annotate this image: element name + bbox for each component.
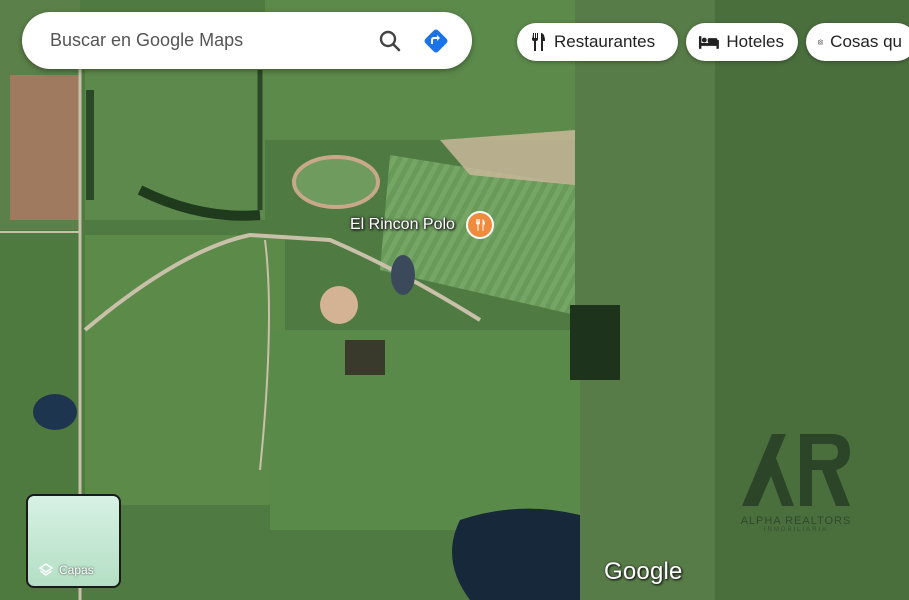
layers-button[interactable]: Capas	[26, 494, 121, 588]
search-button[interactable]	[370, 21, 410, 61]
chip-restaurants[interactable]: Restaurantes	[517, 23, 678, 61]
alpha-realtors-logo-icon	[742, 434, 850, 506]
fork-knife-icon	[532, 33, 545, 51]
place-label[interactable]: El Rincon Polo	[350, 216, 455, 234]
chip-label: Hoteles	[726, 32, 784, 51]
watermark-name: ALPHA REALTORS	[740, 515, 852, 527]
watermark-sub: INMOBILIARIA	[763, 527, 829, 533]
layers-icon	[38, 563, 54, 576]
chip-hotels[interactable]: Hoteles	[686, 23, 798, 61]
directions-button[interactable]	[416, 21, 456, 61]
layers-label: Capas	[59, 563, 94, 577]
fork-knife-icon	[476, 219, 485, 231]
alpha-realtors-watermark: ALPHA REALTORS INMOBILIARIA	[736, 428, 856, 533]
chip-label: Cosas qu	[830, 32, 902, 51]
chip-things-to-do[interactable]: Cosas qu	[806, 23, 909, 61]
camera-icon	[818, 39, 824, 45]
search-icon	[379, 30, 401, 51]
directions-icon	[424, 29, 448, 52]
search-input[interactable]: Buscar en Google Maps	[50, 30, 364, 51]
google-logo: Google	[604, 558, 683, 585]
bed-icon	[698, 36, 719, 49]
restaurant-pin-icon[interactable]	[466, 211, 494, 239]
layers-row: Capas	[38, 562, 94, 578]
chip-label: Restaurantes	[554, 32, 656, 51]
search-bar[interactable]: Buscar en Google Maps	[22, 12, 472, 69]
